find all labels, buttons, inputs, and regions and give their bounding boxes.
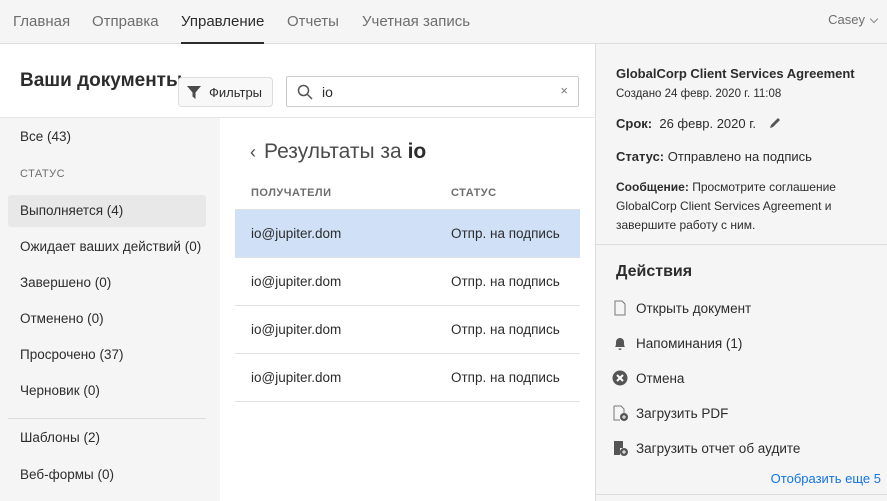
table-row[interactable]: io@jupiter.dom Отпр. на подпись xyxy=(235,258,580,306)
pdf-download-icon xyxy=(613,405,628,421)
due-date: Срок: 26 февр. 2020 г. xyxy=(616,116,782,131)
cancel-circle-icon xyxy=(612,370,628,386)
download-pdf-action[interactable]: Загрузить PDF xyxy=(612,405,728,421)
action-label: Загрузить отчет об аудите xyxy=(636,440,801,456)
details-panel: GlobalCorp Client Services Agreement Соз… xyxy=(595,44,887,501)
bell-icon xyxy=(615,338,625,350)
recipient: io@jupiter.dom xyxy=(251,226,342,241)
table-row[interactable]: io@jupiter.dom Отпр. на подпись xyxy=(235,306,580,354)
status: Отпр. на подпись xyxy=(451,322,560,337)
filters-button[interactable]: Фильтры xyxy=(178,77,273,107)
action-label: Загрузить PDF xyxy=(636,405,729,421)
pencil-icon[interactable] xyxy=(768,116,782,130)
filters-label: Фильтры xyxy=(209,84,263,100)
results-query: io xyxy=(407,140,427,163)
back-button[interactable]: ‹ xyxy=(250,142,256,162)
action-label: Отмена xyxy=(636,370,685,386)
tab-manage[interactable]: Управление xyxy=(181,13,265,44)
status: Отпр. на подпись xyxy=(451,370,560,385)
divider xyxy=(596,494,887,495)
tab-home[interactable]: Главная xyxy=(13,13,70,30)
sidebar-item-waiting[interactable]: Ожидает ваших действий (0) xyxy=(8,231,206,263)
due-value: 26 февр. 2020 г. xyxy=(659,116,756,131)
status-section-label: СТАТУС xyxy=(20,168,66,180)
download-audit-action[interactable]: Загрузить отчет об аудите xyxy=(612,440,800,456)
status-value: Отправлено на подпись xyxy=(667,149,812,164)
document-icon xyxy=(614,300,626,316)
message-label: Сообщение: xyxy=(616,180,689,194)
recipient: io@jupiter.dom xyxy=(251,322,342,337)
tab-send[interactable]: Отправка xyxy=(92,13,159,30)
status: Отпр. на подпись xyxy=(451,274,560,289)
sidebar-item-webforms[interactable]: Веб-формы (0) xyxy=(8,459,206,491)
divider xyxy=(8,418,206,419)
column-status[interactable]: СТАТУС xyxy=(451,187,497,199)
action-label: Напоминания (1) xyxy=(636,335,743,351)
page-title: Ваши документы xyxy=(20,70,183,91)
recipient: io@jupiter.dom xyxy=(251,370,342,385)
audit-report-icon xyxy=(614,441,628,456)
table-row[interactable]: io@jupiter.dom Отпр. на подпись xyxy=(235,354,580,402)
message: Сообщение: Просмотрите соглашение Global… xyxy=(616,178,866,235)
table-row[interactable]: io@jupiter.dom Отпр. на подпись xyxy=(235,210,580,258)
agreement-title: GlobalCorp Client Services Agreement xyxy=(616,66,855,81)
divider xyxy=(596,244,887,245)
reminders-action[interactable]: Напоминания (1) xyxy=(612,335,742,351)
search-icon xyxy=(297,84,313,100)
sidebar-item-completed[interactable]: Завершено (0) xyxy=(8,267,206,299)
sidebar-item-draft[interactable]: Черновик (0) xyxy=(8,375,206,407)
open-document-action[interactable]: Открыть документ xyxy=(612,300,751,316)
sidebar-item-in-progress[interactable]: Выполняется (4) xyxy=(8,195,206,227)
tab-account[interactable]: Учетная запись xyxy=(362,13,470,30)
sidebar-item-expired[interactable]: Просрочено (37) xyxy=(8,339,206,371)
recipient: io@jupiter.dom xyxy=(251,274,342,289)
cancel-action[interactable]: Отмена xyxy=(612,370,684,386)
search-input[interactable]: io × xyxy=(286,76,579,107)
sidebar-item-templates[interactable]: Шаблоны (2) xyxy=(8,422,206,454)
sidebar-item-cancelled[interactable]: Отменено (0) xyxy=(8,303,206,335)
show-more-link[interactable]: Отобразить еще 5 xyxy=(771,471,881,486)
results-title: ‹ Результаты за io xyxy=(250,140,426,164)
search-value: io xyxy=(322,83,333,100)
due-label: Срок: xyxy=(616,116,653,131)
created-date: Создано 24 февр. 2020 г. 11:08 xyxy=(616,88,782,100)
sidebar-item-all[interactable]: Все (43) xyxy=(8,121,206,153)
action-label: Открыть документ xyxy=(636,300,752,316)
status-line: Статус: Отправлено на подпись xyxy=(616,149,812,164)
user-menu[interactable]: Casey xyxy=(828,12,865,27)
filter-icon xyxy=(187,86,201,99)
top-nav: Главная Отправка Управление Отчеты Учетн… xyxy=(0,0,887,44)
actions-title: Действия xyxy=(616,263,693,280)
status-label: Статус: xyxy=(616,149,665,164)
status: Отпр. на подпись xyxy=(451,226,560,241)
tab-reports[interactable]: Отчеты xyxy=(287,13,339,30)
clear-search-button[interactable]: × xyxy=(560,83,568,98)
column-recipients[interactable]: ПОЛУЧАТЕЛИ xyxy=(251,187,332,199)
results-prefix: Результаты за xyxy=(264,140,408,163)
